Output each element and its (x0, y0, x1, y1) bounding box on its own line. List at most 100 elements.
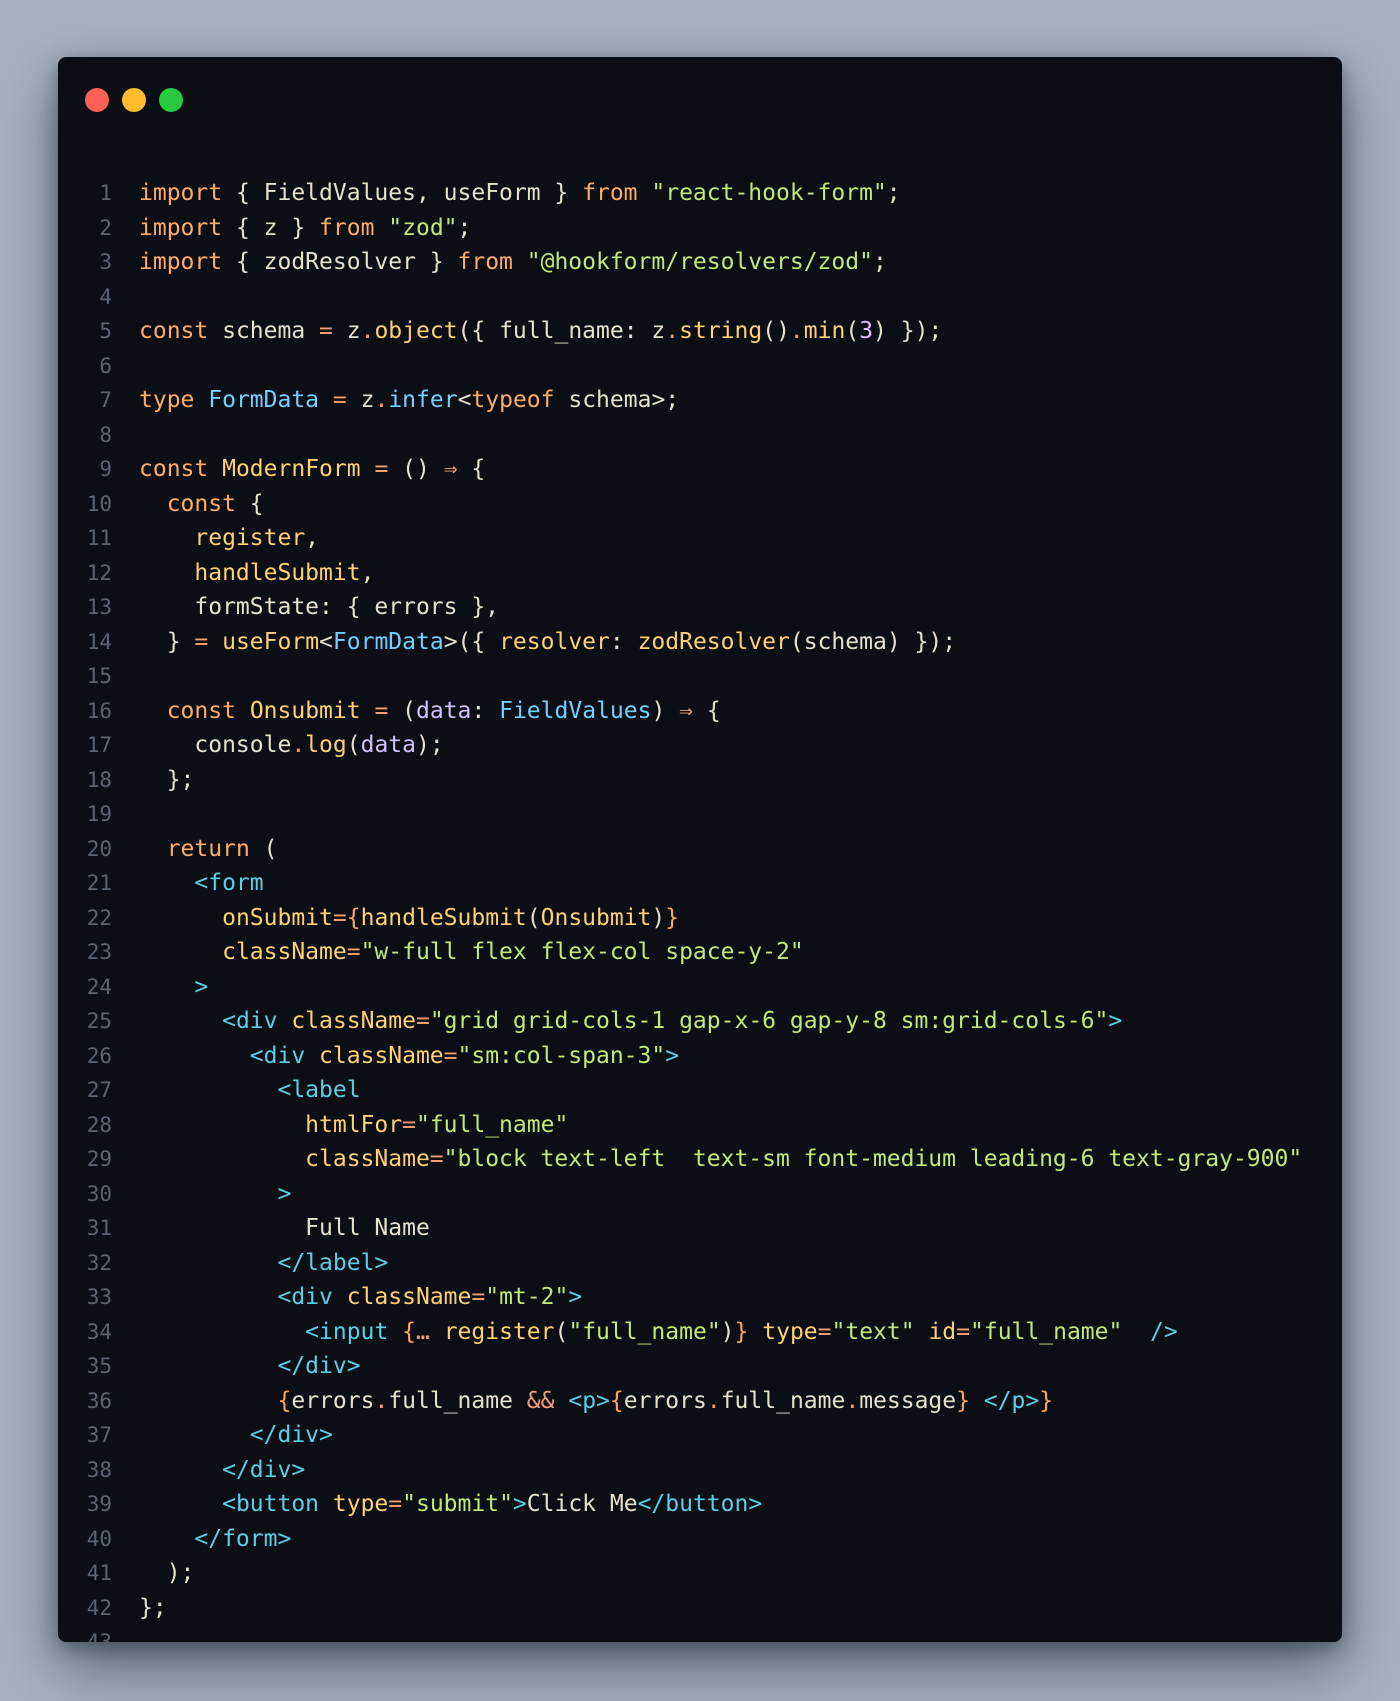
code-token: < (457, 387, 472, 413)
code-token: <label (277, 1077, 361, 1103)
code-token: onSubmit (222, 904, 333, 931)
line-source: }; (139, 1591, 167, 1626)
code-token: = (817, 1318, 832, 1345)
code-token: "full_name" (415, 1111, 569, 1138)
code-line: 1 import { FieldValues, useForm } from "r… (58, 176, 1342, 211)
code-token: zodResolver (637, 628, 790, 655)
line-source: <input {… register("full_name")} type="t… (139, 1315, 1178, 1350)
code-token: "submit" (402, 1491, 513, 1517)
code-line: 24 > (58, 970, 1342, 1005)
line-number: 39 (86, 1492, 112, 1516)
code-token: ⇒ (679, 697, 693, 724)
code-token: typeof (471, 387, 555, 413)
line-source: <button type="submit">Click Me</button> (139, 1487, 762, 1522)
close-dot-icon[interactable] (85, 88, 109, 112)
code-token: console (139, 732, 292, 758)
code-token: { (402, 1318, 416, 1345)
code-line: 14 } = useForm<FormData>({ resolver: zod… (58, 625, 1342, 660)
code-token: = (415, 1008, 430, 1034)
line-number: 7 (99, 388, 112, 412)
line-number: 33 (86, 1285, 112, 1309)
code-token: . (374, 1387, 389, 1414)
code-token: import (139, 180, 223, 206)
code-token: <form (194, 870, 264, 896)
code-token: } (139, 628, 195, 655)
code-token: ; (457, 214, 472, 241)
line-number: 25 (86, 1009, 112, 1033)
code-token: FormData (208, 387, 320, 413)
code-token: = (346, 939, 361, 965)
code-token: </button> (637, 1491, 763, 1517)
code-token: = (429, 1146, 444, 1172)
code-line: 6 (58, 349, 1342, 384)
code-token: { (693, 697, 721, 724)
line-number: 8 (99, 422, 112, 447)
code-token: . (360, 318, 375, 344)
code-token: { (609, 1387, 624, 1414)
code-token: type (762, 1318, 818, 1345)
code-token: . (706, 1387, 721, 1414)
code-token: <p> (568, 1387, 610, 1414)
code-token: , (360, 559, 375, 586)
line-source: className="block text-left text-sm font-… (139, 1142, 1302, 1177)
code-line: 40 </form> (58, 1522, 1342, 1557)
code-token: ) }); (873, 318, 943, 344)
code-token: register (194, 525, 306, 551)
code-token: . (665, 318, 680, 344)
code-token: ( (346, 732, 361, 758)
code-token: Onsubmit (540, 904, 652, 931)
line-number: 36 (86, 1388, 112, 1413)
line-number: 23 (86, 940, 112, 964)
zoom-dot-icon[interactable] (159, 88, 183, 112)
code-token: ModernForm (222, 456, 361, 482)
code-token: } (956, 1387, 970, 1414)
code-token: className (319, 1042, 444, 1069)
code-token: "block text-left text-sm font-medium lea… (443, 1146, 1303, 1172)
code-token: "full_name" (970, 1318, 1123, 1345)
code-token: infer (388, 387, 458, 413)
line-number: 1 (99, 181, 112, 205)
line-number: 42 (86, 1595, 112, 1620)
code-token: formState: { errors }, (139, 594, 500, 620)
code-block: 1 import { FieldValues, useForm } from "r… (58, 176, 1342, 1642)
line-source: const { (139, 487, 264, 522)
line-source: const schema = z.object({ full_name: z.s… (139, 314, 942, 349)
code-token: htmlFor (305, 1111, 403, 1138)
code-token: const (166, 697, 236, 724)
line-source: handleSubmit, (139, 556, 374, 591)
minimize-dot-icon[interactable] (122, 88, 146, 112)
code-token: >({ (443, 628, 500, 655)
code-token: = (443, 1042, 458, 1069)
line-number: 32 (86, 1250, 112, 1275)
line-source: </div> (139, 1453, 305, 1488)
line-source: </form> (139, 1522, 291, 1557)
code-line: 31 Full Name (58, 1211, 1342, 1246)
code-token: className (222, 939, 347, 965)
code-token: ; (886, 180, 901, 206)
code-token: { FieldValues, useForm } (222, 180, 583, 206)
code-token: Full Name (139, 1215, 430, 1241)
line-number: 31 (86, 1216, 112, 1240)
code-token: > (512, 1491, 527, 1517)
code-token: }; (139, 1594, 167, 1621)
